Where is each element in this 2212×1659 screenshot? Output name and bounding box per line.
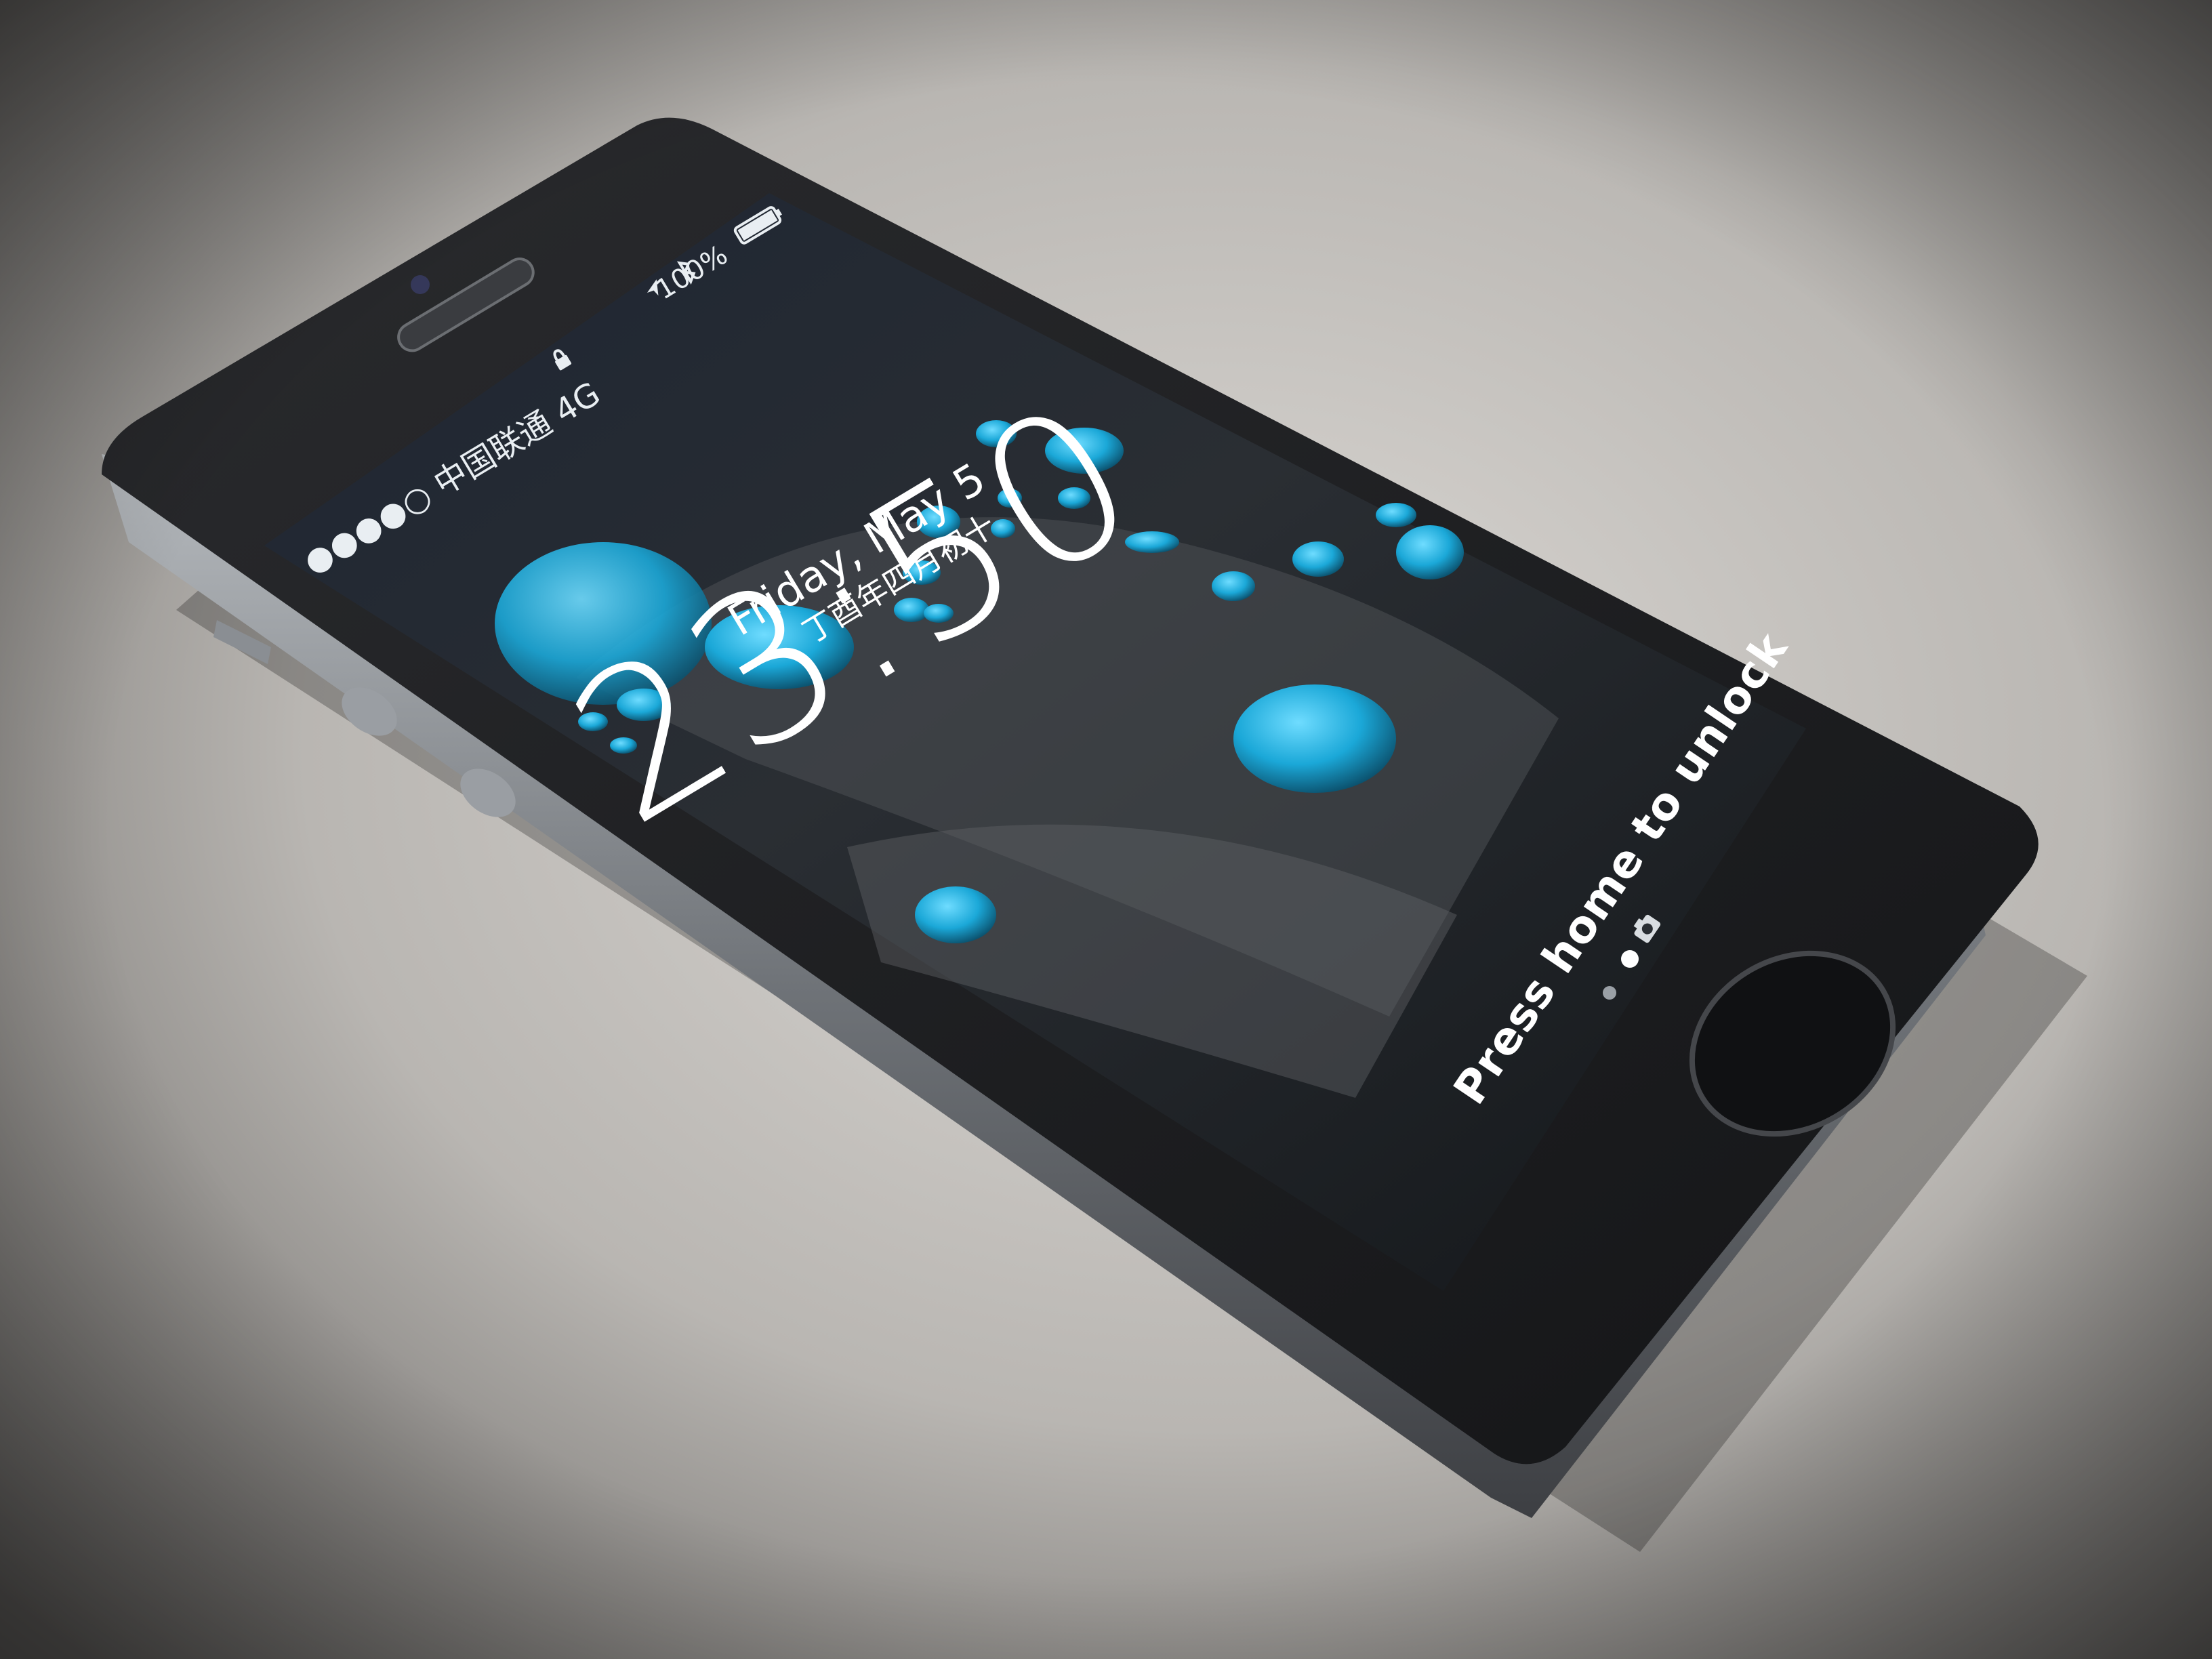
phone-photo [0,0,2212,1659]
photo-vignette [0,0,2212,1659]
photo-scene: ●●●●○ 中国联通 4G 100% 23:50 Friday, May 5 丁… [0,0,2212,1659]
